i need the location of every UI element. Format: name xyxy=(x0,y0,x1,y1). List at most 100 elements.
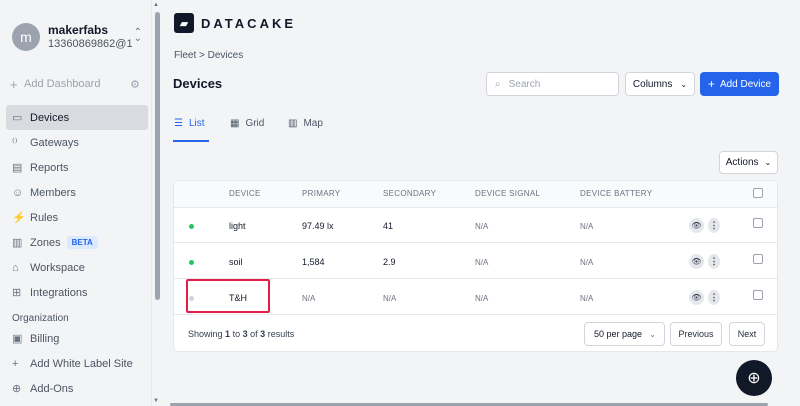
sidebar-item-label: Integrations xyxy=(30,286,88,299)
row-checkbox[interactable] xyxy=(753,254,763,264)
search-placeholder: Search xyxy=(508,78,541,90)
tab-map[interactable]: ▥ Map xyxy=(288,118,323,129)
sidebar: m makerfabs 13360869862@1... ⌃⌄ + Add Da… xyxy=(0,0,152,406)
active-tab-indicator xyxy=(173,140,209,142)
plus-icon: + xyxy=(10,76,18,92)
range-from: 1 xyxy=(225,329,231,339)
list-icon: ☰ xyxy=(174,118,183,129)
eye-icon[interactable]: 👁 xyxy=(689,290,704,305)
row-checkbox[interactable] xyxy=(753,218,763,228)
device-name[interactable]: light xyxy=(229,221,246,231)
column-header-device-battery[interactable]: DEVICE BATTERY xyxy=(580,189,652,198)
sidebar-nav: ▭ Devices ⁽⁾ Gateways ▤ Reports ☺ Member… xyxy=(6,105,148,401)
row-checkbox[interactable] xyxy=(753,290,763,300)
per-page-value: 50 per page xyxy=(594,329,643,339)
account-id: 13360869862@1... xyxy=(48,38,132,50)
column-header-device[interactable]: DEVICE xyxy=(229,189,261,198)
secondary-value: 41 xyxy=(383,221,394,231)
sidebar-item-label: Billing xyxy=(30,332,60,345)
per-page-select[interactable]: 50 per page ⌄ xyxy=(584,322,665,346)
account-name: makerfabs xyxy=(48,23,109,37)
add-device-label: Add Device xyxy=(719,78,772,90)
sidebar-item-billing[interactable]: ▣ Billing xyxy=(6,326,148,351)
sidebar-item-devices[interactable]: ▭ Devices xyxy=(6,105,148,130)
status-dot-online xyxy=(189,260,194,265)
table-header: DEVICE PRIMARY SECONDARY DEVICE SIGNAL D… xyxy=(174,181,777,208)
sidebar-item-label: Workspace xyxy=(30,261,85,274)
select-all-checkbox[interactable] xyxy=(753,188,763,198)
scroll-down-icon[interactable]: ▼ xyxy=(153,398,159,404)
more-options-icon[interactable]: ⋮ xyxy=(708,218,720,233)
scroll-up-icon[interactable]: ▲ xyxy=(153,2,159,8)
billing-icon: ▣ xyxy=(12,333,23,345)
more-options-icon[interactable]: ⋮ xyxy=(708,254,720,269)
secondary-value: N/A xyxy=(383,294,397,303)
breadcrumb[interactable]: Fleet > Devices xyxy=(174,50,243,61)
signal-value: N/A xyxy=(475,258,489,267)
tab-list[interactable]: ☰ List xyxy=(174,118,205,129)
battery-value: N/A xyxy=(580,294,594,303)
previous-button[interactable]: Previous xyxy=(670,322,722,346)
results-label: results xyxy=(267,329,295,339)
gateway-icon: ⁽⁾ xyxy=(12,137,18,149)
zones-icon: ▥ xyxy=(12,237,23,249)
sidebar-item-reports[interactable]: ▤ Reports xyxy=(6,155,148,180)
sidebar-item-rules[interactable]: ⚡ Rules xyxy=(6,205,148,230)
beta-badge: BETA xyxy=(66,236,98,249)
eye-icon[interactable]: 👁 xyxy=(689,218,704,233)
horizontal-scrollbar[interactable] xyxy=(162,401,786,406)
sidebar-item-label: Add White Label Site xyxy=(30,357,133,370)
range-to: 3 xyxy=(242,329,248,339)
battery-value: N/A xyxy=(580,222,594,231)
of-label: of xyxy=(250,329,258,339)
rules-icon: ⚡ xyxy=(12,212,26,224)
device-name[interactable]: soil xyxy=(229,257,243,267)
organization-heading: Organization xyxy=(12,313,69,324)
column-header-device-signal[interactable]: DEVICE SIGNAL xyxy=(475,189,540,198)
add-dashboard-label: Add Dashboard xyxy=(24,78,101,90)
next-button[interactable]: Next xyxy=(729,322,765,346)
sidebar-item-label: Add-Ons xyxy=(30,382,74,395)
sidebar-item-gateways[interactable]: ⁽⁾ Gateways xyxy=(6,130,148,155)
tab-label: Grid xyxy=(245,118,265,129)
more-options-icon[interactable]: ⋮ xyxy=(708,290,720,305)
add-dashboard-button[interactable]: + Add Dashboard ⚙ xyxy=(10,76,142,92)
actions-label: Actions xyxy=(725,157,759,168)
integrations-icon: ⊞ xyxy=(12,287,22,299)
sidebar-item-members[interactable]: ☺ Members xyxy=(6,180,148,205)
search-input[interactable]: ⌕ Search xyxy=(486,72,619,96)
sidebar-scrollbar[interactable]: ▲ ▼ xyxy=(152,0,162,406)
columns-button[interactable]: Columns ⌄ xyxy=(625,72,695,96)
avatar: m xyxy=(12,23,40,51)
scrollbar-thumb[interactable] xyxy=(155,12,160,300)
primary-value: N/A xyxy=(302,294,316,303)
account-switcher[interactable]: m makerfabs 13360869862@1... ⌃⌄ xyxy=(8,14,146,60)
gear-icon[interactable]: ⚙ xyxy=(130,78,140,91)
logo-text: DATACAKE xyxy=(201,16,297,31)
sidebar-item-add-ons[interactable]: ⊕ Add-Ons xyxy=(6,376,148,401)
sidebar-item-zones[interactable]: ▥ Zones BETA xyxy=(6,230,148,255)
zoom-search-icon[interactable]: ⊕ xyxy=(736,360,772,396)
sidebar-item-label: Gateways xyxy=(30,136,79,149)
table-row[interactable]: light 97.49 lx 41 N/A N/A 👁 ⋮ xyxy=(174,208,777,243)
chevron-down-icon: ⌄ xyxy=(764,158,772,167)
sidebar-item-label: Reports xyxy=(30,161,69,174)
actions-dropdown[interactable]: Actions ⌄ xyxy=(719,151,778,174)
column-header-secondary[interactable]: SECONDARY xyxy=(383,189,436,198)
tab-label: Map xyxy=(303,118,323,129)
column-header-primary[interactable]: PRIMARY xyxy=(302,189,340,198)
view-tabs: ☰ List ▦ Grid ▥ Map xyxy=(173,112,779,142)
add-device-button[interactable]: + Add Device xyxy=(700,72,779,96)
sidebar-item-label: Devices xyxy=(30,111,70,124)
eye-icon[interactable]: 👁 xyxy=(689,254,704,269)
search-icon: ⌕ xyxy=(495,78,501,90)
chevron-down-icon: ⌄ xyxy=(680,79,688,89)
tab-grid[interactable]: ▦ Grid xyxy=(230,118,264,129)
highlight-box xyxy=(186,279,270,313)
sidebar-item-integrations[interactable]: ⊞ Integrations xyxy=(6,280,148,305)
sidebar-item-workspace[interactable]: ⌂ Workspace xyxy=(6,255,148,280)
members-icon: ☺ xyxy=(12,186,24,199)
table-row[interactable]: soil 1,584 2.9 N/A N/A 👁 ⋮ xyxy=(174,244,777,279)
sidebar-item-add-white-label-site[interactable]: + Add White Label Site xyxy=(6,351,148,376)
chevron-down-icon: ⌄ xyxy=(649,329,656,339)
